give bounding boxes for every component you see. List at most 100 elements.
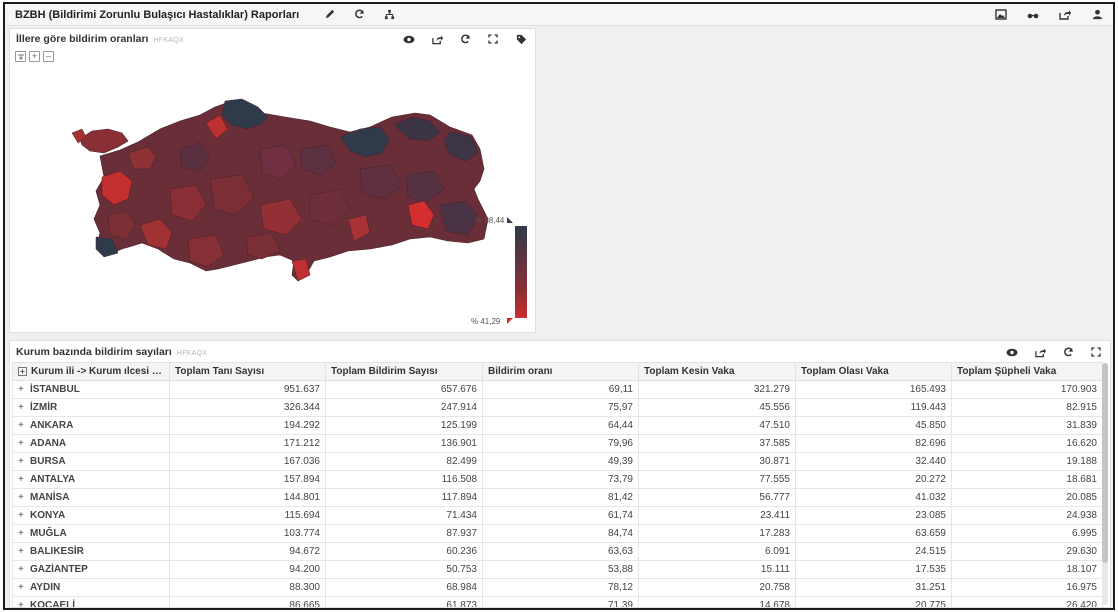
row-header-cell[interactable]: + MANİSA [12, 488, 170, 507]
expand-row-icon[interactable]: + [18, 438, 27, 449]
table-panel-code: HFKAQX [176, 350, 208, 357]
row-header-cell[interactable]: + İSTANBUL [12, 380, 170, 399]
row-header-cell[interactable]: + MUĞLA [12, 524, 170, 543]
map-panel-title-text: İllere göre bildirim oranları [16, 33, 149, 45]
table-cell: 14.678 [638, 596, 796, 607]
table-row[interactable]: + MUĞLA 103.774 87.937 84,74 17.283 63.659 6.99… [12, 524, 1103, 543]
refresh-icon[interactable] [457, 31, 473, 47]
column-header-suspected-cases[interactable]: Toplam Şüpheli Vaka [951, 362, 1103, 381]
legend-max-marker [507, 217, 513, 223]
row-header-cell[interactable]: + İZMİR [12, 398, 170, 417]
expand-row-icon[interactable]: + [18, 402, 27, 413]
table-cell: 6.995 [951, 524, 1103, 543]
row-header-cell[interactable]: + GAZİANTEP [12, 560, 170, 579]
expand-row-icon[interactable]: + [18, 582, 27, 593]
column-header-notification-rate[interactable]: Bildirim oranı [482, 362, 639, 381]
eye-icon[interactable] [401, 31, 417, 47]
turkey-choropleth-map[interactable] [10, 29, 537, 334]
column-header-total-diagnosis[interactable]: Toplam Tanı Sayısı [169, 362, 326, 381]
eye-icon[interactable] [1004, 344, 1020, 360]
row-header-cell[interactable]: + KONYA [12, 506, 170, 525]
pencil-icon[interactable] [321, 7, 337, 23]
table-cell: 31.839 [951, 416, 1103, 435]
table-row[interactable]: + KOCAELİ 86.665 61.873 71,39 14.678 20.775 26.… [12, 596, 1103, 608]
table-cell: 82.499 [325, 452, 483, 471]
table-row[interactable]: + BALIKESİR 94.672 60.236 63,63 6.091 24.515 29… [12, 542, 1103, 561]
table-cell: 94.200 [169, 560, 326, 579]
expand-row-icon[interactable]: + [18, 528, 27, 539]
row-header-cell[interactable]: + BALIKESİR [12, 542, 170, 561]
table-cell: 15.111 [638, 560, 796, 579]
expand-row-icon[interactable]: + [18, 600, 27, 607]
expand-row-icon[interactable]: + [18, 474, 27, 485]
export-icon[interactable] [1032, 344, 1048, 360]
column-header-label: Kurum ili -> Kurum ılcesi -> Ba... [31, 366, 169, 377]
map-panel-title: İllere göre bildirim oranları HFKAQX [16, 33, 184, 45]
table-scrollbar[interactable] [1102, 363, 1108, 605]
row-header-cell[interactable]: + AYDIN [12, 578, 170, 597]
table-row[interactable]: + ADANA 171.212 136.901 79,96 37.585 82.696 16.… [12, 434, 1103, 453]
fullscreen-icon[interactable] [1088, 344, 1104, 360]
expand-row-icon[interactable]: + [18, 456, 27, 467]
table-row[interactable]: + İSTANBUL 951.637 657.676 69,11 321.279 165.4… [12, 380, 1103, 399]
column-header-total-notification[interactable]: Toplam Bildirim Sayısı [325, 362, 483, 381]
row-label: MANİSA [30, 492, 70, 503]
expand-row-icon[interactable]: + [18, 492, 27, 503]
column-header-confirmed-cases[interactable]: Toplam Kesin Vaka [638, 362, 796, 381]
fullscreen-icon[interactable] [485, 31, 501, 47]
row-header-cell[interactable]: + BURSA [12, 452, 170, 471]
table-row[interactable]: + BURSA 167.036 82.499 49,39 30.871 32.440 19.1… [12, 452, 1103, 471]
report-table: + Kurum ili -> Kurum ılcesi -> Ba... Topl… [12, 362, 1103, 608]
table-cell: 117.894 [325, 488, 483, 507]
expand-row-icon[interactable]: + [18, 420, 27, 431]
refresh-icon[interactable] [351, 7, 367, 23]
table-cell: 78,12 [482, 578, 639, 597]
column-header-probable-cases[interactable]: Toplam Olası Vaka [795, 362, 952, 381]
legend-color-scale [515, 226, 527, 318]
expand-row-icon[interactable]: + [18, 510, 27, 521]
table-row[interactable]: + AYDIN 88.300 68.984 78,12 20.758 31.251 16.97… [12, 578, 1103, 597]
zoom-out-button[interactable]: – [43, 51, 54, 62]
table-row[interactable]: + İZMİR 326.344 247.914 75,97 45.556 119.443 82… [12, 398, 1103, 417]
table-cell: 82.696 [795, 434, 952, 453]
export-icon[interactable] [429, 31, 445, 47]
row-header-cell[interactable]: + ANTALYA [12, 470, 170, 489]
row-label: AYDIN [30, 582, 61, 593]
row-label: İSTANBUL [30, 384, 80, 395]
table-row[interactable]: + ANTALYA 157.894 116.508 73,79 77.555 20.272 1… [12, 470, 1103, 489]
table-cell: 71,39 [482, 596, 639, 607]
zoom-in-button[interactable]: + [29, 51, 40, 62]
row-label: KOCAELİ [30, 600, 75, 608]
hierarchy-icon[interactable] [381, 7, 397, 23]
user-icon[interactable] [1089, 7, 1105, 23]
table-row[interactable]: + ANKARA 194.292 125.199 64,44 47.510 45.850 31… [12, 416, 1103, 435]
table-row[interactable]: + KONYA 115.694 71.434 61,74 23.411 23.085 24.9… [12, 506, 1103, 525]
table-row[interactable]: + MANİSA 144.801 117.894 81,42 56.777 41.032 20… [12, 488, 1103, 507]
table-cell: 125.199 [325, 416, 483, 435]
glasses-icon[interactable] [1025, 7, 1041, 23]
table-cell: 167.036 [169, 452, 326, 471]
zoom-reset-button[interactable] [15, 51, 26, 62]
expand-row-icon[interactable]: + [18, 384, 27, 395]
expand-all-icon[interactable]: + [18, 366, 27, 376]
row-header-cell[interactable]: + ADANA [12, 434, 170, 453]
table-cell: 103.774 [169, 524, 326, 543]
table-cell: 87.937 [325, 524, 483, 543]
table-cell: 247.914 [325, 398, 483, 417]
table-cell: 17.535 [795, 560, 952, 579]
expand-row-icon[interactable]: + [18, 546, 27, 557]
column-header-hierarchy[interactable]: + Kurum ili -> Kurum ılcesi -> Ba... [12, 362, 170, 381]
row-header-cell[interactable]: + KOCAELİ [12, 596, 170, 608]
legend-max-label: % 88,44 [475, 216, 505, 225]
expand-row-icon[interactable]: + [18, 564, 27, 575]
table-row[interactable]: + GAZİANTEP 94.200 50.753 53,88 15.111 17.535 1… [12, 560, 1103, 579]
table-cell: 23.411 [638, 506, 796, 525]
table-cell: 68.984 [325, 578, 483, 597]
table-scrollbar-thumb[interactable] [1102, 363, 1108, 563]
refresh-icon[interactable] [1060, 344, 1076, 360]
row-header-cell[interactable]: + ANKARA [12, 416, 170, 435]
table-panel-title: Kurum bazında bildirim sayıları HFKAQX [16, 346, 207, 358]
share-icon[interactable] [1057, 7, 1073, 23]
tag-icon[interactable] [513, 31, 529, 47]
image-icon[interactable] [993, 7, 1009, 23]
